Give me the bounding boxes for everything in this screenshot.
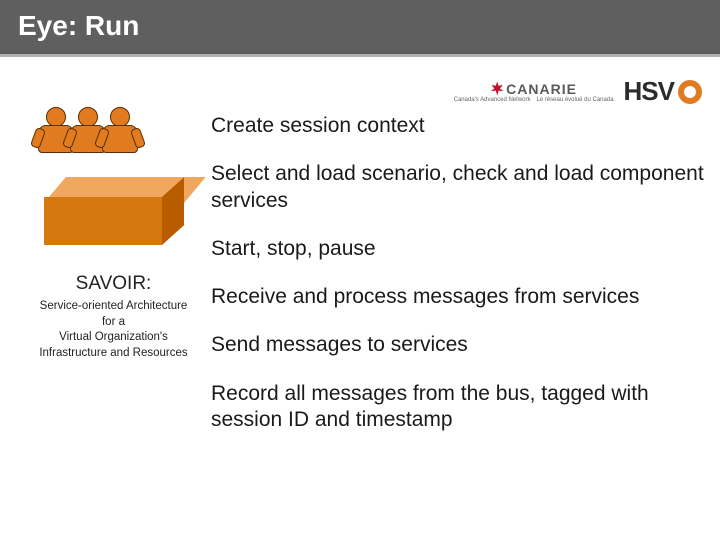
bullet-item: Select and load scenario, check and load… xyxy=(211,161,704,214)
ring-icon xyxy=(678,80,702,104)
savoir-line4: Infrastructure and Resources xyxy=(24,346,204,362)
people-box-graphic xyxy=(34,107,194,247)
bullet-item: Start, stop, pause xyxy=(211,236,704,262)
box-icon xyxy=(44,177,184,247)
bullet-item: Create session context xyxy=(211,113,704,139)
title-bar: Eye: Run xyxy=(0,0,720,57)
person-icon xyxy=(100,107,140,167)
right-column: Create session context Select and load s… xyxy=(211,107,704,455)
bullet-item: Send messages to services xyxy=(211,332,704,358)
logo-row: CANARIE Canada's Advanced Network Le rés… xyxy=(454,76,702,107)
content-area: SAVOIR: Service-oriented Architecture fo… xyxy=(0,57,720,455)
bullet-item: Receive and process messages from servic… xyxy=(211,284,704,310)
savoir-title: SAVOIR: xyxy=(24,273,204,295)
left-column: SAVOIR: Service-oriented Architecture fo… xyxy=(16,107,211,455)
savoir-line1: Service-oriented Architecture xyxy=(24,299,204,315)
logo-canarie-tag-left: Canada's Advanced Network xyxy=(454,97,531,103)
savoir-block: SAVOIR: Service-oriented Architecture fo… xyxy=(24,273,204,361)
savoir-line3: Virtual Organization's xyxy=(24,330,204,346)
logo-canarie: CANARIE Canada's Advanced Network Le rés… xyxy=(454,81,614,103)
logo-canarie-tag-right: Le réseau évolué du Canada xyxy=(536,97,613,103)
bullet-item: Record all messages from the bus, tagged… xyxy=(211,381,704,434)
savoir-line2: for a xyxy=(24,315,204,331)
logo-hsvo: HSV xyxy=(624,76,702,107)
maple-leaf-icon xyxy=(490,82,504,96)
page-title: Eye: Run xyxy=(18,10,139,41)
logo-hsvo-text: HSV xyxy=(624,76,674,107)
logo-canarie-name: CANARIE xyxy=(506,81,577,97)
